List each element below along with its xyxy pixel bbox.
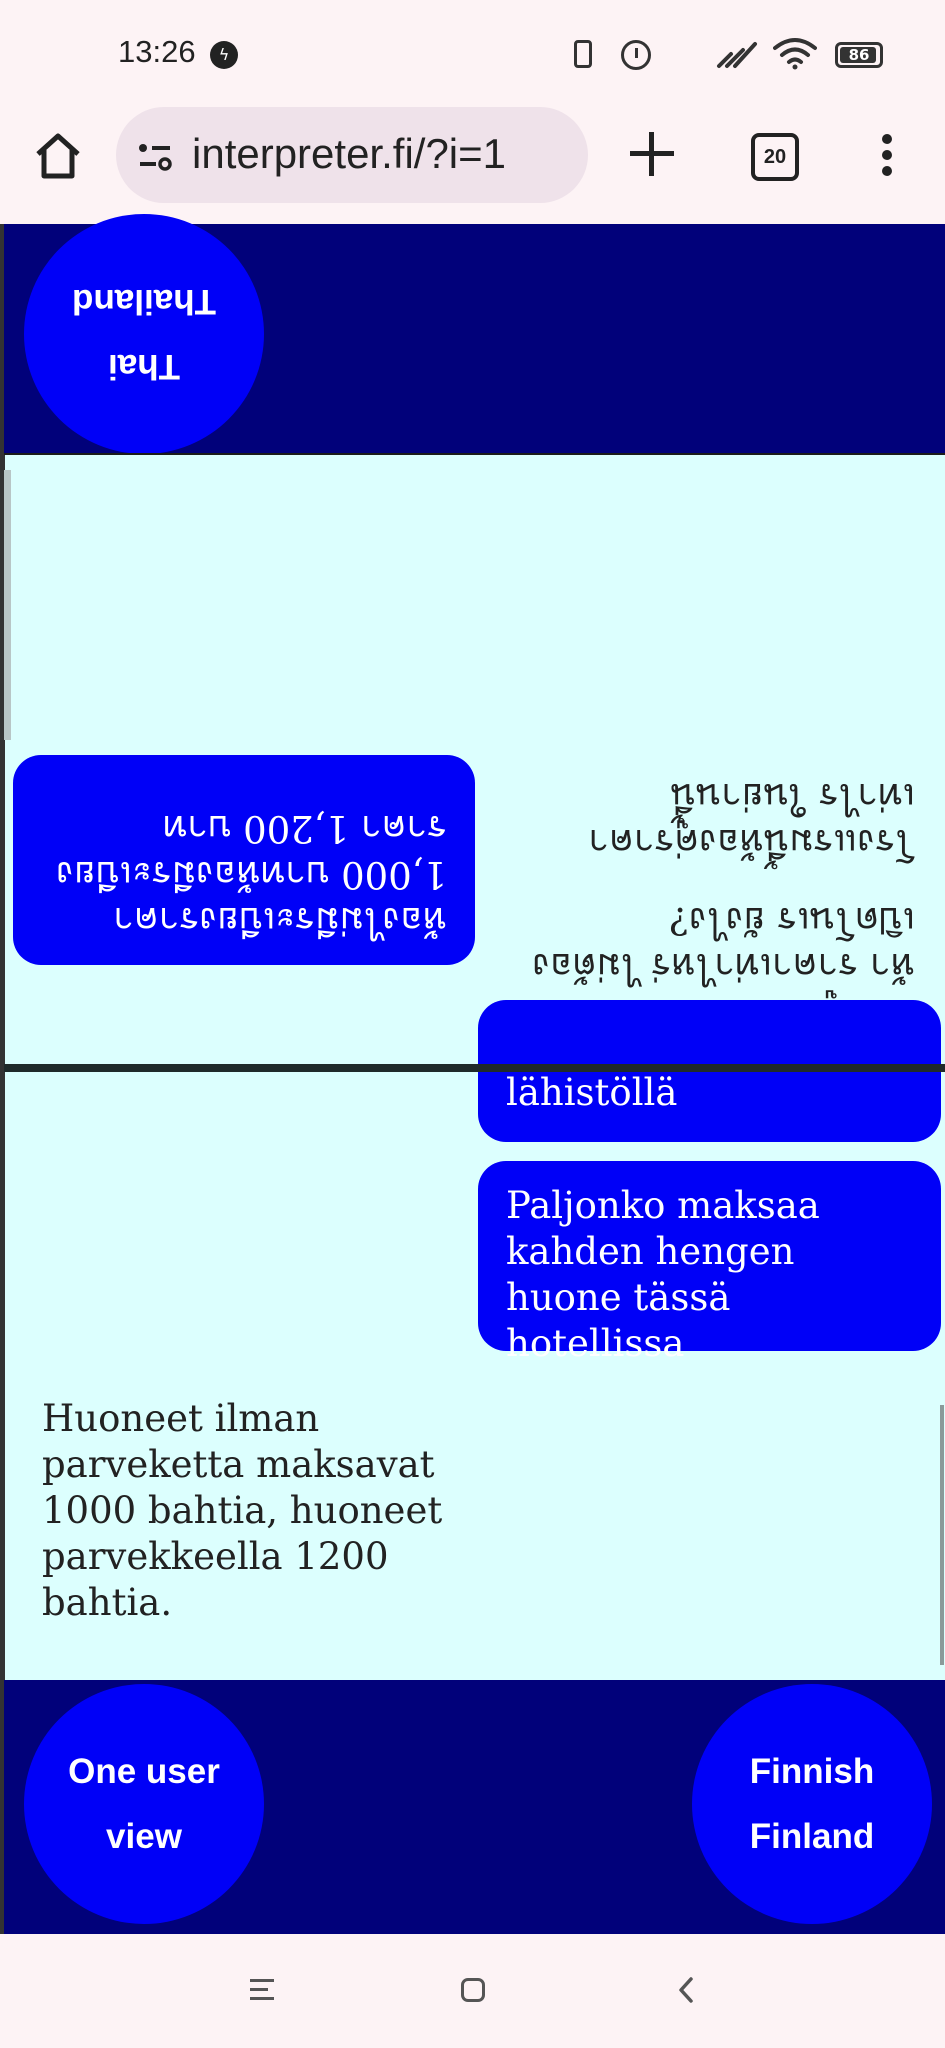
- signal-icon: [717, 42, 757, 68]
- battery-icon: 86: [835, 42, 883, 68]
- bottom-language-button[interactable]: Finnish Finland: [692, 1684, 932, 1924]
- url-text[interactable]: interpreter.fi/?i=1: [192, 130, 506, 178]
- bottom-language-country: Finland: [749, 1817, 875, 1856]
- top-message-bubble: ห้องไม่มีระเบียงราคา 1,000 บาทห้องมีระเบ…: [13, 755, 475, 965]
- home-icon[interactable]: [32, 130, 84, 182]
- recents-icon[interactable]: [250, 1979, 274, 2001]
- site-settings-icon[interactable]: [136, 138, 174, 174]
- wifi-icon: [773, 38, 817, 70]
- new-tab-icon[interactable]: [630, 132, 674, 176]
- scrollbar[interactable]: [4, 470, 11, 740]
- top-message-text: โรงแรมนี้ห้องคู่ราคาเท่าไร ในย่านนี้: [588, 775, 915, 864]
- alarm-icon: [621, 40, 651, 70]
- top-language-name: Thai: [108, 347, 180, 386]
- status-time: 13:26: [118, 34, 196, 69]
- messenger-icon: ϟ: [210, 41, 238, 69]
- one-user-label: view: [106, 1817, 182, 1856]
- vibrate-icon: [574, 40, 592, 68]
- scrollbar[interactable]: [940, 1405, 944, 1665]
- top-language-country: Thailand: [72, 282, 216, 321]
- one-user-label: One user: [68, 1752, 220, 1791]
- top-conversation: ห้องไม่มีระเบียงราคา 1,000 บาทห้องมีระเบ…: [4, 455, 945, 1065]
- more-icon[interactable]: [882, 134, 892, 176]
- mid-divider: [4, 1064, 945, 1072]
- one-user-view-button[interactable]: One user view: [24, 1684, 264, 1924]
- tabs-icon[interactable]: 20: [751, 133, 799, 181]
- translated-answer: Huoneet ilman parveketta maksavat 1000 b…: [42, 1397, 443, 1624]
- top-language-button[interactable]: Thai Thailand: [24, 214, 264, 454]
- bottom-language-name: Finnish: [749, 1752, 875, 1791]
- message-bubble: Paljonko maksaa kahden hengen huone täss…: [478, 1161, 941, 1365]
- home-nav-icon[interactable]: [461, 1978, 485, 2002]
- back-icon[interactable]: [676, 1976, 696, 2004]
- battery-level: 86: [848, 46, 870, 64]
